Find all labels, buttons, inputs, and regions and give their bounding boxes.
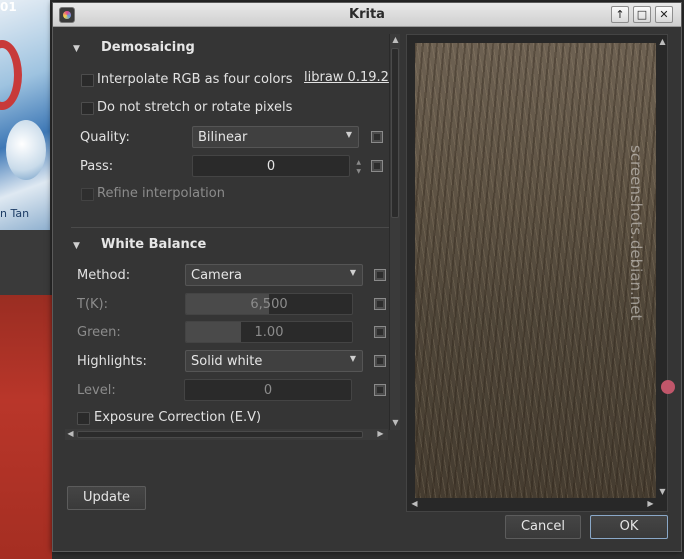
quality-label: Quality: xyxy=(80,130,130,145)
settings-horizontal-scrollbar[interactable]: ◀ ▶ xyxy=(65,429,388,440)
level-reset-icon[interactable] xyxy=(374,384,386,396)
quality-dropdown[interactable]: Bilinear ▼ xyxy=(192,126,359,148)
no-stretch-checkbox[interactable] xyxy=(81,102,94,115)
watermark-text: screenshots.debian.net xyxy=(627,145,645,321)
pass-spinbox[interactable]: 0 ▲ ▼ xyxy=(192,155,361,177)
scroll-right-icon[interactable]: ▶ xyxy=(375,429,386,439)
pass-value: 0 xyxy=(266,159,276,174)
title-bar[interactable]: Krita ↑ □ ✕ xyxy=(53,3,681,27)
method-dropdown[interactable]: Camera ▼ xyxy=(185,264,363,286)
libraw-version-link[interactable]: libraw 0.19.2 xyxy=(304,70,389,85)
settings-vertical-scrollbar[interactable]: ▲ ▼ xyxy=(389,34,400,430)
scroll-up-icon[interactable]: ▲ xyxy=(390,35,401,45)
section-divider xyxy=(71,227,389,228)
method-reset-icon[interactable] xyxy=(374,269,386,281)
collapse-arrow-icon[interactable]: ▼ xyxy=(73,241,80,251)
interpolate-four-colors-checkbox[interactable] xyxy=(81,74,94,87)
level-label: Level: xyxy=(77,383,116,398)
background-red-area xyxy=(0,295,52,559)
scrollbar-thumb[interactable] xyxy=(77,431,363,438)
background-art-shape xyxy=(0,40,22,110)
scroll-down-icon[interactable]: ▼ xyxy=(657,487,668,497)
temperature-reset-icon[interactable] xyxy=(374,298,386,310)
raw-image-preview xyxy=(415,43,656,498)
pass-reset-icon[interactable] xyxy=(371,160,383,172)
no-stretch-label[interactable]: Do not stretch or rotate pixels xyxy=(97,100,292,115)
scroll-left-icon[interactable]: ◀ xyxy=(409,499,420,509)
maximize-button[interactable]: □ xyxy=(633,6,651,23)
scroll-right-icon[interactable]: ▶ xyxy=(645,499,656,509)
scroll-left-icon[interactable]: ◀ xyxy=(65,429,76,439)
green-value: 1.00 xyxy=(254,325,284,340)
level-spinbox[interactable]: 0 xyxy=(184,379,352,401)
method-label: Method: xyxy=(77,268,131,283)
exposure-correction-label[interactable]: Exposure Correction (E.V) xyxy=(94,410,261,425)
window-title: Krita xyxy=(349,7,385,22)
cancel-button[interactable]: Cancel xyxy=(505,515,581,539)
highlights-dropdown[interactable]: Solid white ▼ xyxy=(185,350,363,372)
spin-down-icon[interactable]: ▼ xyxy=(356,168,361,175)
exposure-correction-checkbox[interactable] xyxy=(77,412,90,425)
refine-interpolation-label[interactable]: Refine interpolation xyxy=(97,186,225,201)
method-value: Camera xyxy=(191,268,243,283)
scroll-up-icon[interactable]: ▲ xyxy=(657,37,668,47)
background-panel xyxy=(0,230,50,295)
chevron-down-icon: ▼ xyxy=(349,268,356,277)
background-artwork: 01 n Tan xyxy=(0,0,50,230)
scroll-down-icon[interactable]: ▼ xyxy=(390,418,401,428)
green-slider[interactable]: 1.00 xyxy=(185,321,353,343)
section-title-demosaicing[interactable]: Demosaicing xyxy=(101,40,195,55)
green-reset-icon[interactable] xyxy=(374,326,386,338)
background-art-figure xyxy=(6,120,46,180)
raw-import-dialog: Krita ↑ □ ✕ ▼ Demosaicing Interpolate RG… xyxy=(52,2,682,552)
temperature-slider[interactable]: 6,500 xyxy=(185,293,353,315)
temperature-value: 6,500 xyxy=(250,297,288,312)
pass-label: Pass: xyxy=(80,159,114,174)
chevron-down-icon: ▼ xyxy=(349,354,356,363)
highlights-label: Highlights: xyxy=(77,354,147,369)
chevron-down-icon: ▼ xyxy=(345,130,352,139)
quality-reset-icon[interactable] xyxy=(371,131,383,143)
green-label: Green: xyxy=(77,325,121,340)
close-button[interactable]: ✕ xyxy=(655,6,673,23)
ok-button[interactable]: OK xyxy=(590,515,668,539)
update-button[interactable]: Update xyxy=(67,486,146,510)
watermark-logo-icon xyxy=(661,380,675,394)
temperature-label: T(K): xyxy=(77,297,108,312)
section-title-white-balance[interactable]: White Balance xyxy=(101,237,206,252)
quality-value: Bilinear xyxy=(198,130,248,145)
scrollbar-thumb[interactable] xyxy=(391,48,399,218)
refine-interpolation-checkbox[interactable] xyxy=(81,188,94,201)
highlights-value: Solid white xyxy=(191,354,263,369)
collapse-arrow-icon[interactable]: ▼ xyxy=(73,44,80,54)
background-art-caption: n Tan xyxy=(0,207,30,220)
spin-up-icon[interactable]: ▲ xyxy=(356,159,361,166)
interpolate-four-colors-label[interactable]: Interpolate RGB as four colors xyxy=(97,72,293,87)
highlights-reset-icon[interactable] xyxy=(374,355,386,367)
keep-above-button[interactable]: ↑ xyxy=(611,6,629,23)
image-preview-panel[interactable]: screenshots.debian.net ▲ ▼ ◀ ▶ xyxy=(406,34,675,512)
level-value: 0 xyxy=(263,383,273,398)
background-art-text: 01 xyxy=(0,0,17,14)
settings-panel: ▼ Demosaicing Interpolate RGB as four co… xyxy=(63,31,401,433)
